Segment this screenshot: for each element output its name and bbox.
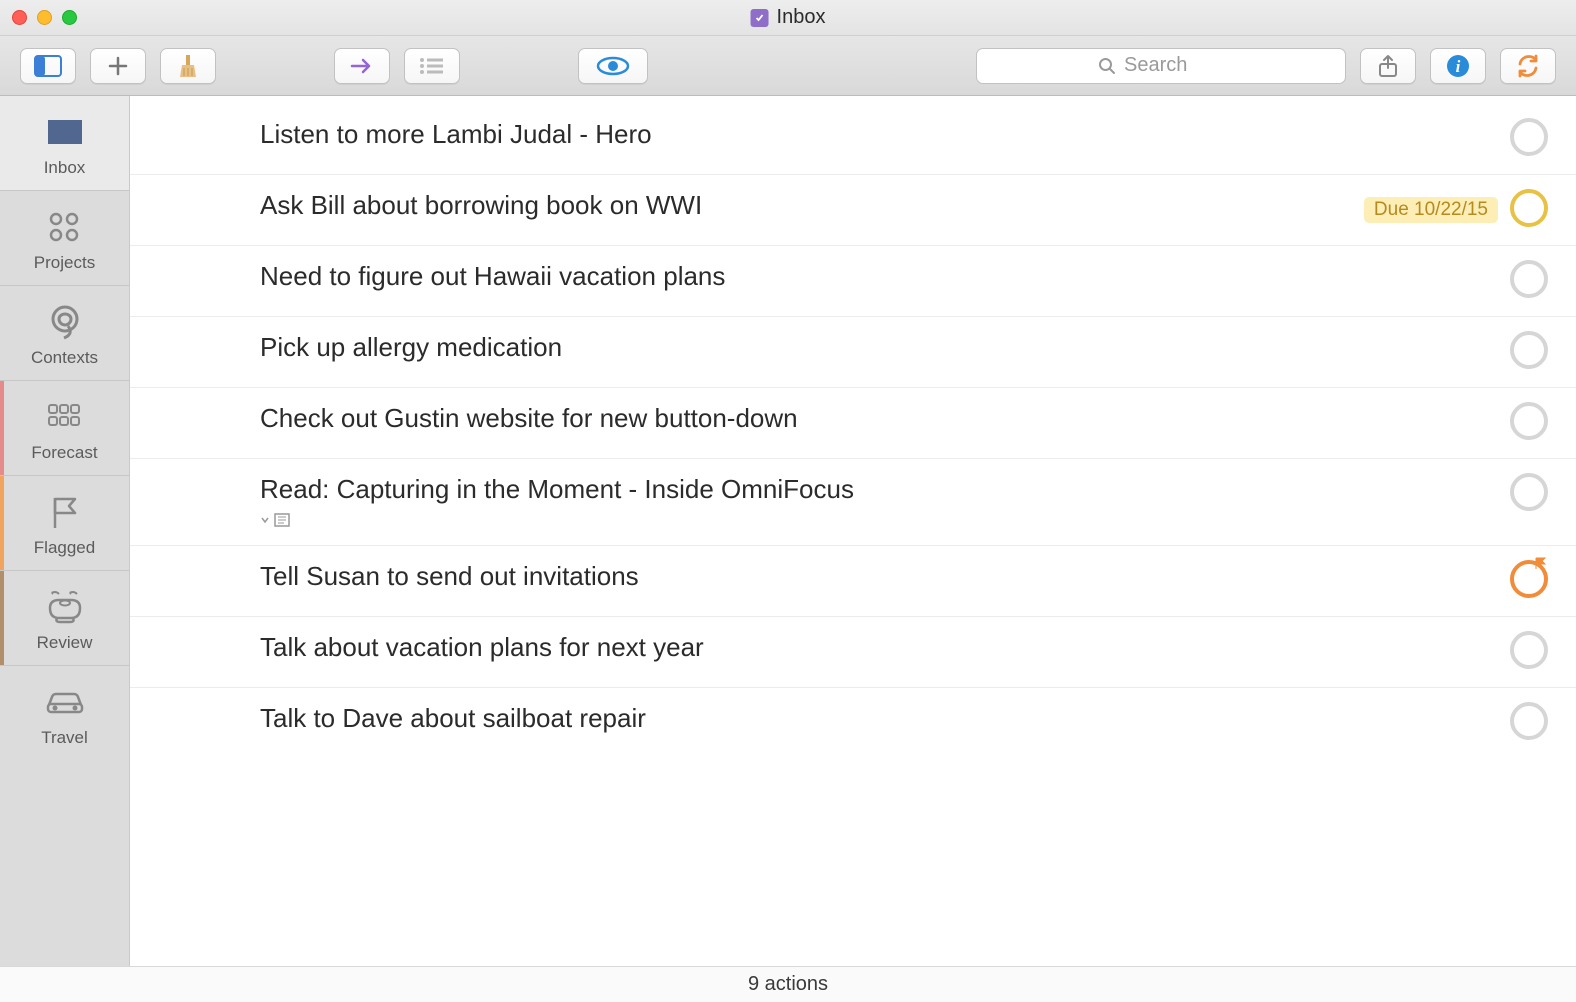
toolbar: i — [0, 36, 1576, 96]
task-due-badge: Due 10/22/15 — [1364, 197, 1498, 223]
zoom-window-button[interactable] — [62, 10, 77, 25]
close-window-button[interactable] — [12, 10, 27, 25]
share-button[interactable] — [1360, 48, 1416, 84]
sidebar-item-inbox[interactable]: Inbox — [0, 96, 129, 191]
task-row[interactable]: Tell Susan to send out invitations — [130, 546, 1576, 617]
forecast-icon — [46, 399, 84, 435]
add-button[interactable] — [90, 48, 146, 84]
titlebar: Inbox — [0, 0, 1576, 36]
contexts-icon — [46, 304, 84, 340]
task-title: Check out Gustin website for new button-… — [260, 402, 1490, 436]
status-text: 9 actions — [748, 973, 828, 996]
chevron-down-icon — [260, 515, 270, 525]
sidebar-item-label: Travel — [41, 728, 88, 748]
sidebar-item-label: Projects — [34, 253, 95, 273]
window-title-text: Inbox — [777, 6, 826, 29]
task-row[interactable]: Check out Gustin website for new button-… — [130, 388, 1576, 459]
task-status-circle[interactable] — [1510, 560, 1548, 598]
task-title: Listen to more Lambi Judal - Hero — [260, 118, 1490, 152]
sidebar-item-label: Contexts — [31, 348, 98, 368]
task-status-circle[interactable] — [1510, 331, 1548, 369]
sync-button[interactable] — [1500, 48, 1556, 84]
minimize-window-button[interactable] — [37, 10, 52, 25]
task-row[interactable]: Talk to Dave about sailboat repair — [130, 688, 1576, 758]
toggle-sidebar-button[interactable] — [20, 48, 76, 84]
task-title: Read: Capturing in the Moment - Inside O… — [260, 473, 1490, 507]
note-icon — [274, 513, 290, 527]
inspector-button[interactable]: i — [1430, 48, 1486, 84]
task-title: Talk about vacation plans for next year — [260, 631, 1490, 665]
sidebar-item-review[interactable]: Review — [0, 571, 129, 666]
task-list: Listen to more Lambi Judal - Hero Ask Bi… — [130, 96, 1576, 966]
inbox-icon — [44, 114, 86, 150]
window-title: Inbox — [751, 6, 826, 29]
travel-icon — [44, 684, 86, 720]
task-status-circle[interactable] — [1510, 631, 1548, 669]
task-row[interactable]: Ask Bill about borrowing book on WWI Due… — [130, 175, 1576, 246]
task-row[interactable]: Read: Capturing in the Moment - Inside O… — [130, 459, 1576, 546]
view-button[interactable] — [578, 48, 648, 84]
quick-open-button[interactable] — [334, 48, 390, 84]
task-note-indicator[interactable] — [260, 513, 1490, 527]
sidebar-item-label: Review — [37, 633, 93, 653]
task-title: Tell Susan to send out invitations — [260, 560, 1490, 594]
search-field[interactable] — [976, 48, 1346, 84]
sidebar-item-flagged[interactable]: Flagged — [0, 476, 129, 571]
flag-icon — [1534, 556, 1548, 570]
search-icon — [1098, 57, 1116, 75]
task-title: Need to figure out Hawaii vacation plans — [260, 260, 1490, 294]
task-row[interactable]: Talk about vacation plans for next year — [130, 617, 1576, 688]
sidebar-item-label: Forecast — [31, 443, 97, 463]
task-row[interactable]: Listen to more Lambi Judal - Hero — [130, 104, 1576, 175]
sidebar-item-label: Flagged — [34, 538, 95, 558]
task-status-circle[interactable] — [1510, 118, 1548, 156]
review-icon — [45, 589, 85, 625]
sidebar-item-travel[interactable]: Travel — [0, 666, 129, 760]
sidebar-item-forecast[interactable]: Forecast — [0, 381, 129, 476]
status-bar: 9 actions — [0, 966, 1576, 1002]
sidebar-item-contexts[interactable]: Contexts — [0, 286, 129, 381]
window-controls — [12, 10, 77, 25]
task-row[interactable]: Pick up allergy medication — [130, 317, 1576, 388]
sidebar-item-label: Inbox — [44, 158, 86, 178]
task-title: Pick up allergy medication — [260, 331, 1490, 365]
sidebar: Inbox Projects Contexts Forecast Flagged — [0, 96, 130, 966]
task-status-circle[interactable] — [1510, 189, 1548, 227]
view-options-button[interactable] — [404, 48, 460, 84]
flagged-icon — [48, 494, 82, 530]
task-status-circle[interactable] — [1510, 702, 1548, 740]
sidebar-item-projects[interactable]: Projects — [0, 191, 129, 286]
cleanup-button[interactable] — [160, 48, 216, 84]
task-status-circle[interactable] — [1510, 402, 1548, 440]
task-row[interactable]: Need to figure out Hawaii vacation plans — [130, 246, 1576, 317]
svg-text:i: i — [1456, 57, 1461, 76]
task-title: Talk to Dave about sailboat repair — [260, 702, 1490, 736]
projects-icon — [46, 209, 84, 245]
app-icon — [751, 9, 769, 27]
task-status-circle[interactable] — [1510, 260, 1548, 298]
search-input[interactable] — [1124, 54, 1224, 77]
task-title: Ask Bill about borrowing book on WWI — [260, 189, 1344, 223]
task-status-circle[interactable] — [1510, 473, 1548, 511]
